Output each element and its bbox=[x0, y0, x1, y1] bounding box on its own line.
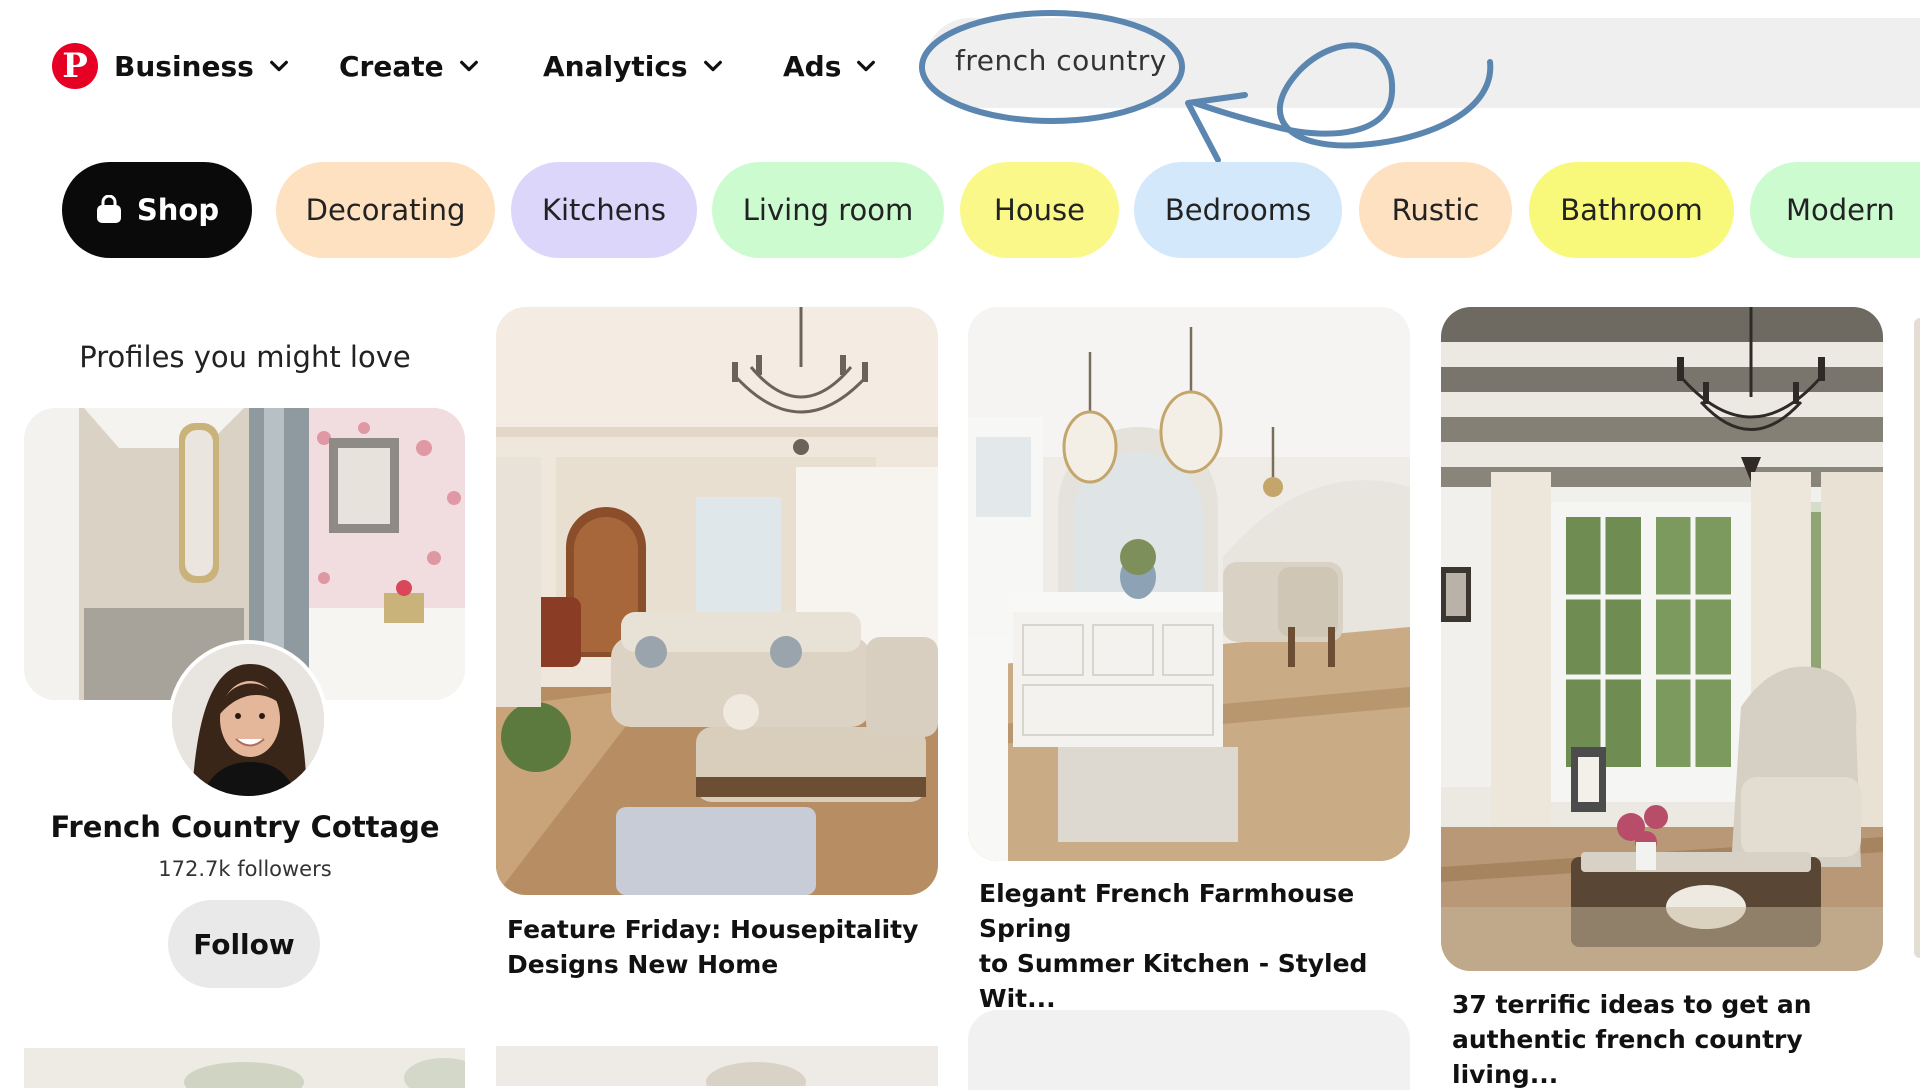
chip-decorating[interactable]: Decorating bbox=[276, 162, 495, 258]
pin-title[interactable]: Feature Friday: Housepitality Designs Ne… bbox=[507, 912, 937, 982]
pin-title[interactable]: Elegant French Farmhouse Spring to Summe… bbox=[979, 876, 1419, 1016]
chevron-down-icon bbox=[269, 60, 288, 72]
chip-living-room[interactable]: Living room bbox=[712, 162, 944, 258]
pin-title-line: Designs New Home bbox=[507, 950, 779, 979]
chevron-down-icon bbox=[857, 60, 876, 72]
nav-create-label: Create bbox=[339, 49, 444, 83]
chip-rustic[interactable]: Rustic bbox=[1359, 162, 1512, 258]
chip-label: Bedrooms bbox=[1164, 193, 1312, 227]
chip-kitchens[interactable]: Kitchens bbox=[511, 162, 697, 258]
chip-label: House bbox=[994, 193, 1085, 227]
chip-label: Kitchens bbox=[541, 193, 667, 227]
pin-title-line: 37 terrific ideas to get an bbox=[1452, 990, 1812, 1019]
chip-house[interactable]: House bbox=[960, 162, 1119, 258]
pin-image-kitchen[interactable] bbox=[968, 307, 1410, 861]
chip-label: Rustic bbox=[1391, 193, 1480, 227]
shopping-bag-icon bbox=[96, 195, 121, 223]
chevron-down-icon bbox=[459, 60, 478, 72]
chip-shop[interactable]: Shop bbox=[62, 162, 252, 258]
next-pin-image[interactable] bbox=[496, 1046, 938, 1092]
nav-analytics[interactable]: Analytics bbox=[543, 46, 724, 86]
pinterest-logo[interactable]: P bbox=[52, 43, 98, 89]
search-input[interactable]: french country bbox=[955, 44, 1167, 77]
chip-modern[interactable]: Modern bbox=[1750, 162, 1920, 258]
chip-shop-label: Shop bbox=[136, 193, 220, 227]
pin-title-line: authentic french country living... bbox=[1452, 1025, 1803, 1089]
logo-letter: P bbox=[62, 46, 88, 86]
chip-label: Decorating bbox=[305, 193, 466, 227]
next-pin-edge[interactable] bbox=[1914, 318, 1920, 958]
nav-business-label: Business bbox=[114, 49, 254, 83]
next-profile-image[interactable] bbox=[24, 1048, 484, 1092]
nav-analytics-label: Analytics bbox=[543, 49, 688, 83]
chip-label: Living room bbox=[742, 193, 914, 227]
pin-title-line: Feature Friday: Housepitality bbox=[507, 915, 919, 944]
chip-bathroom[interactable]: Bathroom bbox=[1529, 162, 1734, 258]
profile-followers: 172.7k followers bbox=[158, 857, 332, 881]
nav-business[interactable]: Business bbox=[114, 46, 290, 86]
nav-create[interactable]: Create bbox=[339, 46, 480, 86]
nav-ads[interactable]: Ads bbox=[783, 46, 877, 86]
avatar[interactable] bbox=[168, 640, 328, 800]
next-pin-image[interactable] bbox=[968, 1010, 1410, 1090]
follow-button[interactable]: Follow bbox=[168, 900, 320, 988]
pin-image-french-country-living[interactable] bbox=[1441, 307, 1883, 971]
chip-label: Modern bbox=[1786, 193, 1895, 227]
chip-label: Bathroom bbox=[1560, 193, 1703, 227]
pin-title-line: Elegant French Farmhouse Spring bbox=[979, 879, 1355, 943]
chevron-down-icon bbox=[703, 60, 722, 72]
pin-title[interactable]: 37 terrific ideas to get an authentic fr… bbox=[1452, 987, 1892, 1092]
pin-title-line: to Summer Kitchen - Styled Wit... bbox=[979, 949, 1368, 1013]
profile-name[interactable]: French Country Cottage bbox=[0, 810, 490, 844]
chip-bedrooms[interactable]: Bedrooms bbox=[1134, 162, 1342, 258]
pin-image-living-room[interactable] bbox=[496, 307, 938, 895]
nav-ads-label: Ads bbox=[783, 49, 842, 83]
profiles-heading: Profiles you might love bbox=[79, 340, 411, 374]
